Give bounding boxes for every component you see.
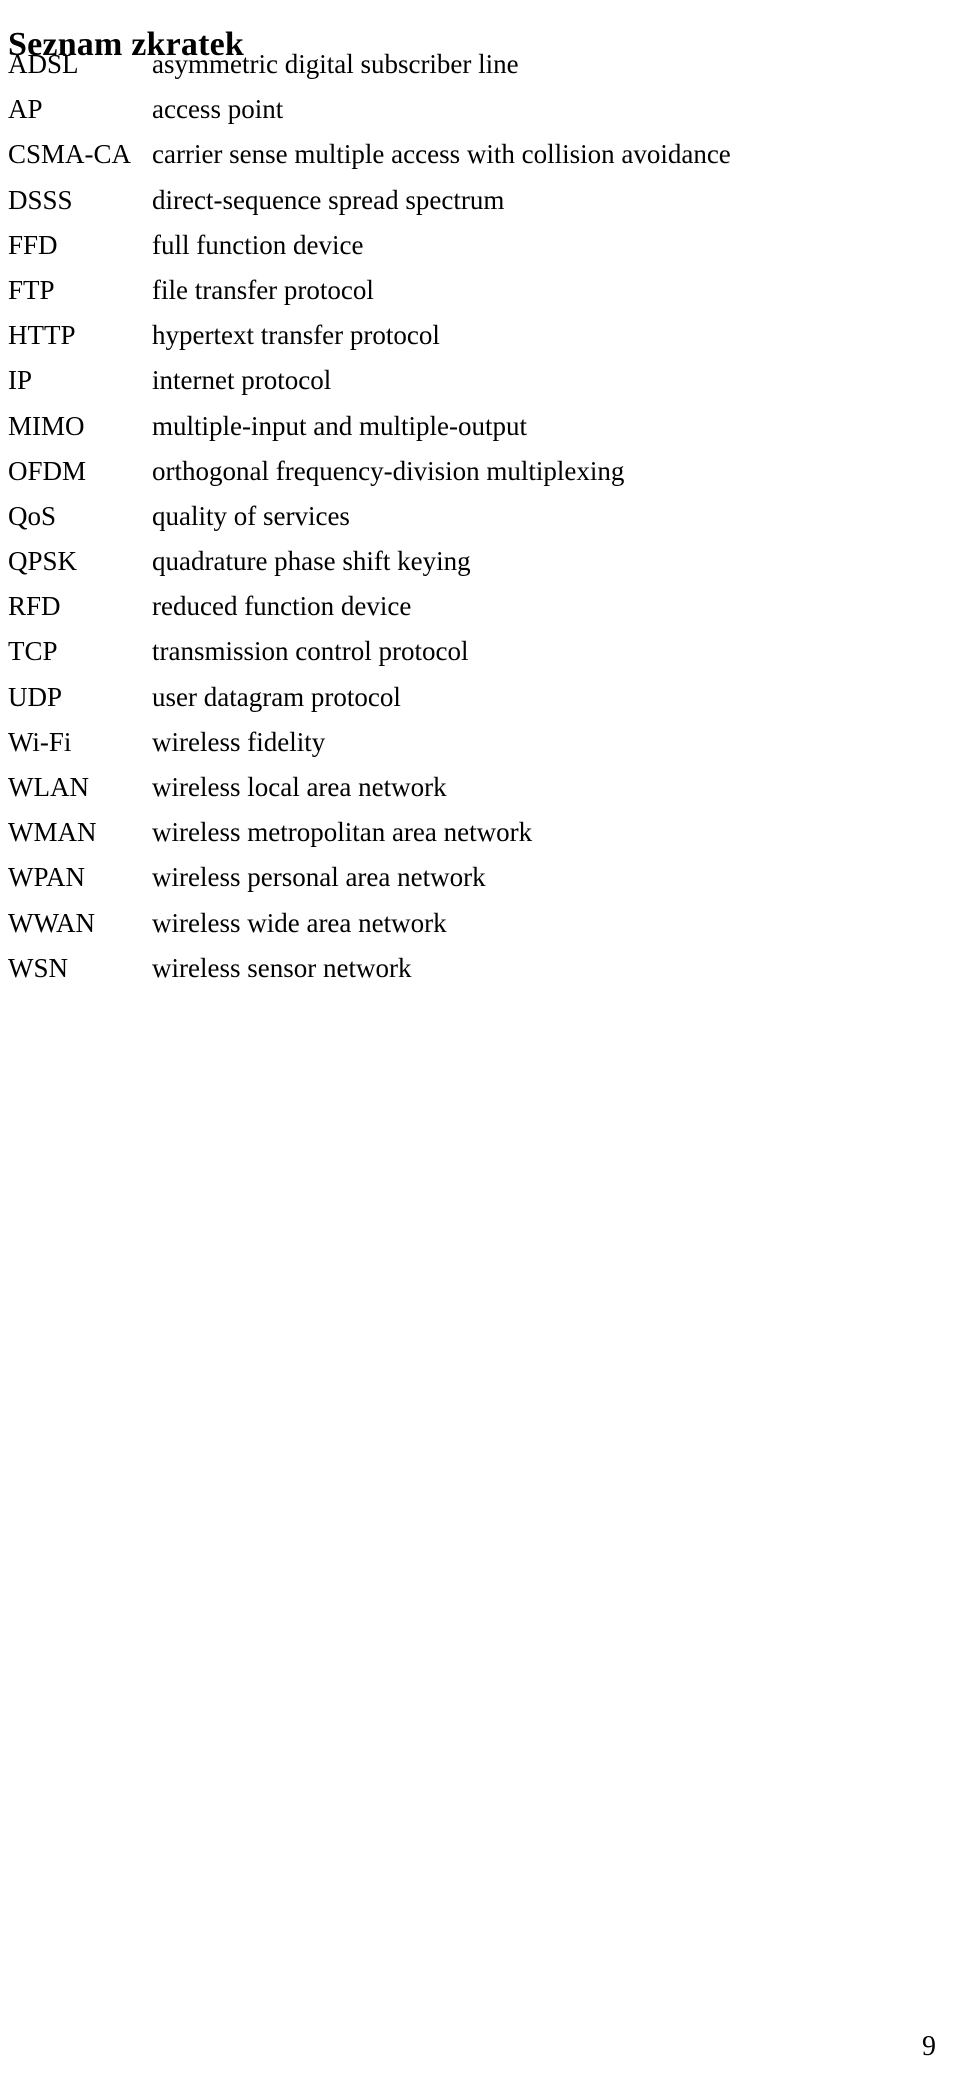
- abbreviation-definition: user datagram protocol: [152, 681, 401, 712]
- abbreviation-term: CSMA-CA: [8, 139, 132, 170]
- abbreviation-term: WSN: [8, 952, 68, 983]
- abbreviation-row: QoS quality of services: [0, 494, 960, 539]
- abbreviation-definition: wireless local area network: [152, 772, 447, 802]
- abbreviation-definition: wireless personal area network: [152, 862, 486, 893]
- abbreviation-row: UDP user datagram protocol: [0, 675, 960, 720]
- abbreviation-row: OFDM orthogonal frequency-division multip…: [0, 449, 960, 494]
- abbreviation-term: OFDM: [8, 455, 87, 486]
- abbreviation-term: QPSK: [8, 546, 78, 577]
- abbreviation-term: WWAN: [8, 907, 95, 938]
- abbreviation-term: FTP: [8, 274, 55, 305]
- abbreviation-definition: access point: [152, 94, 284, 125]
- abbreviation-term: Wi-Fi: [8, 726, 72, 757]
- abbreviation-term: DSSS: [8, 184, 73, 215]
- abbreviation-row: MIMO multiple-input and multiple-output: [0, 404, 960, 449]
- abbreviation-row: WPAN wireless personal area network: [0, 855, 960, 900]
- abbreviation-term: WLAN: [8, 772, 89, 802]
- abbreviation-term: QoS: [8, 500, 57, 531]
- abbreviation-row: WWAN wireless wide area network: [0, 901, 960, 946]
- abbreviation-row: FFD full function device: [0, 223, 960, 268]
- abbreviation-definition: hypertext transfer protocol: [152, 320, 440, 351]
- abbreviation-term: WMAN: [8, 817, 97, 848]
- abbreviation-term: UDP: [8, 681, 63, 712]
- abbreviation-definition: file transfer protocol: [152, 274, 374, 305]
- abbreviation-term: RFD: [8, 591, 61, 622]
- abbreviation-row: DSSS direct-sequence spread spectrum: [0, 178, 960, 223]
- abbreviation-row: ADSL asymmetric digital subscriber line: [0, 42, 960, 87]
- abbreviation-definition: wireless sensor network: [152, 952, 412, 983]
- abbreviation-term: MIMO: [8, 410, 85, 441]
- abbreviation-definition: carrier sense multiple access with colli…: [152, 139, 731, 170]
- abbreviation-definition: wireless fidelity: [152, 726, 326, 757]
- abbreviation-row: FTP file transfer protocol: [0, 268, 960, 313]
- abbreviation-row: WSN wireless sensor network: [0, 946, 960, 991]
- abbreviation-row: WLAN wireless local area network: [0, 765, 960, 810]
- abbreviation-definition: direct-sequence spread spectrum: [152, 184, 505, 215]
- abbreviation-row: Wi-Fi wireless fidelity: [0, 720, 960, 765]
- page-number: 9: [922, 2031, 936, 2062]
- abbreviation-list: ADSL asymmetric digital subscriber line AP…: [0, 42, 960, 991]
- abbreviation-row: QPSK quadrature phase shift keying: [0, 539, 960, 584]
- abbreviation-term: AP: [8, 94, 43, 125]
- abbreviation-row: WMAN wireless metropolitan area network: [0, 810, 960, 855]
- abbreviation-definition: transmission control protocol: [152, 636, 469, 667]
- abbreviation-row: AP access point: [0, 87, 960, 132]
- abbreviation-row: HTTP hypertext transfer protocol: [0, 313, 960, 358]
- abbreviation-definition: full function device: [152, 229, 364, 260]
- document-page: Seznam zkratek ADSL asymmetric digital su…: [0, 0, 960, 2087]
- abbreviation-definition: multiple-input and multiple-output: [152, 410, 527, 441]
- abbreviation-row: IP internet protocol: [0, 358, 960, 403]
- abbreviation-definition: internet protocol: [152, 365, 332, 396]
- abbreviation-definition: reduced function device: [152, 591, 412, 622]
- abbreviation-definition: wireless wide area network: [152, 907, 447, 938]
- abbreviation-term: ADSL: [8, 49, 79, 79]
- abbreviation-definition: asymmetric digital subscriber line: [152, 49, 519, 79]
- abbreviation-row: RFD reduced function device: [0, 584, 960, 629]
- abbreviation-definition: quadrature phase shift keying: [152, 546, 471, 577]
- abbreviation-definition: quality of services: [152, 500, 350, 531]
- abbreviation-term: IP: [8, 365, 33, 396]
- abbreviation-definition: orthogonal frequency-division multiplexi…: [152, 455, 625, 486]
- abbreviation-term: FFD: [8, 229, 58, 260]
- abbreviation-term: TCP: [8, 636, 58, 667]
- abbreviation-row: CSMA-CA carrier sense multiple access wit…: [0, 132, 960, 177]
- abbreviation-term: HTTP: [8, 320, 76, 351]
- abbreviation-row: TCP transmission control protocol: [0, 629, 960, 674]
- abbreviation-term: WPAN: [8, 862, 86, 893]
- abbreviation-definition: wireless metropolitan area network: [152, 817, 533, 848]
